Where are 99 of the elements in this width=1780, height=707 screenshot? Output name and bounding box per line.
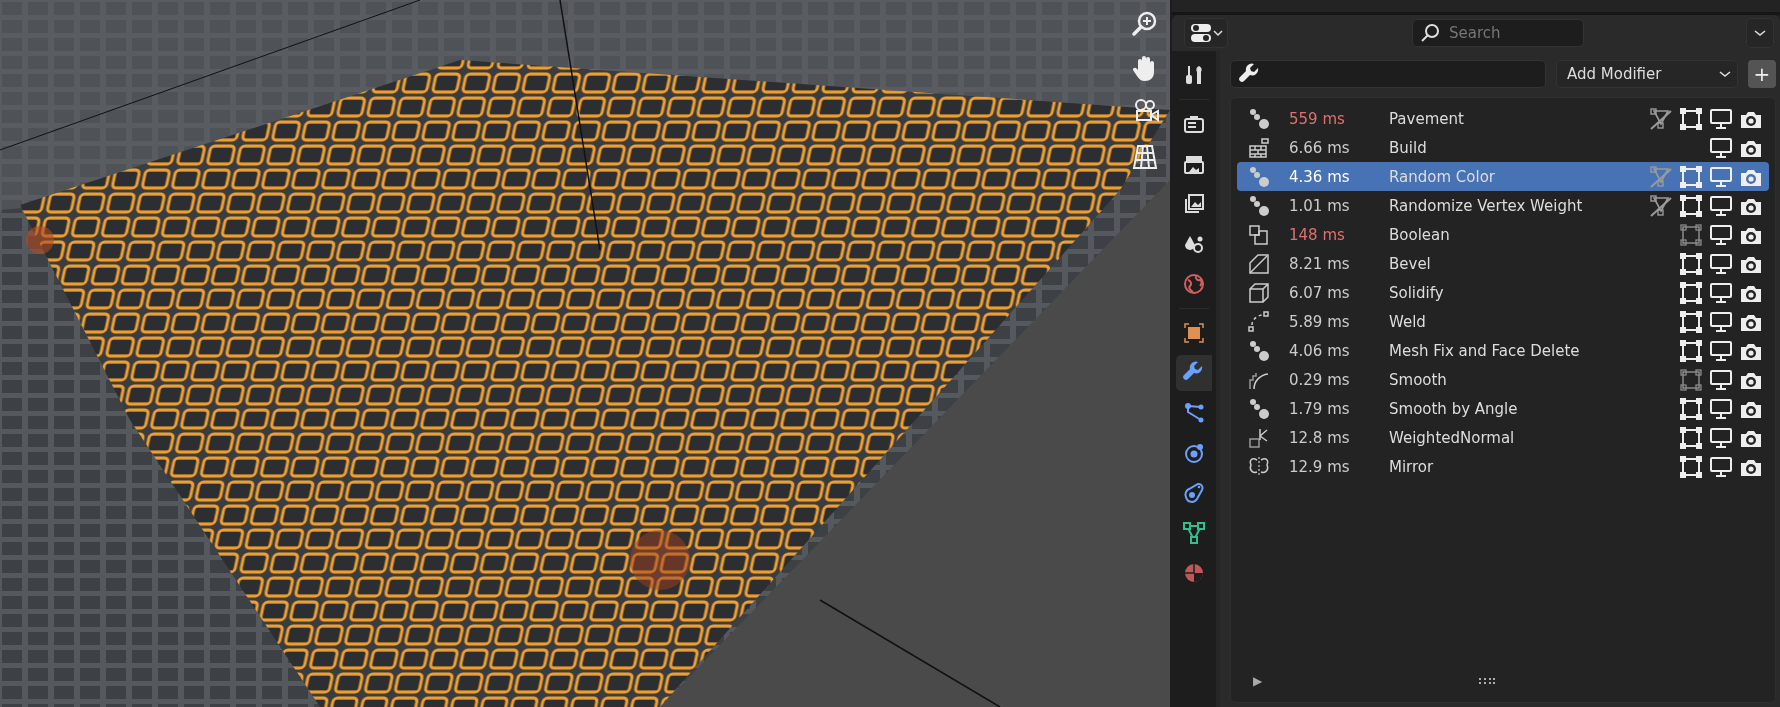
modifier-row[interactable]: 148 ms Boolean bbox=[1237, 220, 1769, 249]
modifier-row[interactable]: 6.66 ms Build bbox=[1237, 133, 1769, 162]
add-modifier-dropdown[interactable]: Add Modifier bbox=[1556, 60, 1738, 88]
modifier-row[interactable]: 0.29 ms Smooth bbox=[1237, 365, 1769, 394]
modifier-row[interactable]: 4.06 ms Mesh Fix and Face Delete bbox=[1237, 336, 1769, 365]
modifier-time: 6.07 ms bbox=[1289, 283, 1351, 302]
edit-mode-toggle-icon[interactable] bbox=[1679, 164, 1703, 189]
toggle-icon bbox=[1189, 22, 1212, 44]
edit-mode-toggle-icon[interactable] bbox=[1679, 425, 1703, 450]
edit-mode-toggle-icon[interactable] bbox=[1679, 193, 1703, 218]
modifier-time: 4.06 ms bbox=[1289, 341, 1351, 360]
modifier-row[interactable]: 559 ms Pavement bbox=[1237, 104, 1769, 133]
search-icon bbox=[1420, 23, 1440, 43]
bevel-icon bbox=[1247, 251, 1271, 276]
caret-icon bbox=[1212, 29, 1223, 37]
monitor-icon[interactable] bbox=[1709, 454, 1733, 479]
monitor-icon[interactable] bbox=[1709, 425, 1733, 450]
cube-icon bbox=[1247, 280, 1271, 305]
modifier-name: Boolean bbox=[1389, 225, 1451, 244]
triangle-mesh-icon bbox=[1182, 521, 1206, 545]
edit-mode-toggle-icon[interactable] bbox=[1679, 367, 1703, 392]
modifier-name: Mirror bbox=[1389, 457, 1435, 476]
modifier-time: 5.89 ms bbox=[1289, 312, 1351, 331]
modifier-time: 559 ms bbox=[1289, 109, 1346, 128]
modifier-name: Pavement bbox=[1389, 109, 1465, 128]
modifier-row[interactable]: 1.01 ms Randomize Vertex Weight bbox=[1237, 191, 1769, 220]
edit-mode-toggle-icon[interactable] bbox=[1679, 280, 1703, 305]
modifier-name: Smooth by Angle bbox=[1389, 399, 1519, 418]
resize-grip-icon[interactable] bbox=[1478, 677, 1497, 685]
editor-type-button[interactable] bbox=[1184, 18, 1228, 48]
modifier-name: Random Color bbox=[1389, 167, 1497, 186]
modifier-name: Smooth bbox=[1389, 370, 1448, 389]
weld-icon bbox=[1247, 309, 1271, 334]
modifier-time: 0.29 ms bbox=[1289, 370, 1351, 389]
monitor-icon[interactable] bbox=[1709, 280, 1733, 305]
modifier-row[interactable]: 12.8 ms WeightedNormal bbox=[1237, 423, 1769, 452]
monitor-icon[interactable] bbox=[1709, 193, 1733, 218]
monitor-icon[interactable] bbox=[1709, 367, 1733, 392]
nodes-icon bbox=[1247, 164, 1271, 189]
modifier-name: Build bbox=[1389, 138, 1428, 157]
modifier-row[interactable]: 4.36 ms Random Color bbox=[1237, 162, 1769, 191]
monitor-icon[interactable] bbox=[1709, 106, 1733, 131]
modifier-row[interactable]: 5.89 ms Weld bbox=[1237, 307, 1769, 336]
modifier-name: Mesh Fix and Face Delete bbox=[1389, 341, 1581, 360]
edit-mode-toggle-icon[interactable] bbox=[1679, 309, 1703, 334]
nodes-icon bbox=[1247, 396, 1271, 421]
object-icon bbox=[1182, 321, 1206, 345]
search-field[interactable]: Search bbox=[1412, 19, 1584, 47]
dropdown-button[interactable] bbox=[1746, 18, 1774, 48]
modifier-name: Solidify bbox=[1389, 283, 1445, 302]
monitor-icon[interactable] bbox=[1709, 338, 1733, 363]
nodes-icon bbox=[1247, 106, 1271, 131]
edit-mode-toggle-icon[interactable] bbox=[1679, 251, 1703, 276]
modifier-row[interactable]: 6.07 ms Solidify bbox=[1237, 278, 1769, 307]
modifier-name: Weld bbox=[1389, 312, 1427, 331]
particles-icon bbox=[1182, 401, 1206, 425]
edit-mode-toggle-icon[interactable] bbox=[1679, 222, 1703, 247]
caret-icon bbox=[1719, 70, 1731, 78]
nodes-icon bbox=[1247, 338, 1271, 363]
modifier-time: 12.9 ms bbox=[1289, 457, 1351, 476]
expand-arrow[interactable]: ▶ bbox=[1253, 674, 1263, 688]
modifier-name: Randomize Vertex Weight bbox=[1389, 196, 1584, 215]
constraint-icon bbox=[1182, 481, 1206, 505]
orbit-icon bbox=[1182, 441, 1206, 465]
modifier-row[interactable]: 8.21 ms Bevel bbox=[1237, 249, 1769, 278]
modifier-name: Bevel bbox=[1389, 254, 1432, 273]
edit-mode-toggle-icon[interactable] bbox=[1679, 106, 1703, 131]
material-icon bbox=[1182, 561, 1206, 585]
modifier-time: 1.01 ms bbox=[1289, 196, 1351, 215]
monitor-icon[interactable] bbox=[1709, 309, 1733, 334]
modifier-time: 8.21 ms bbox=[1289, 254, 1351, 273]
wrench-tab[interactable] bbox=[1176, 355, 1212, 391]
modifier-name: WeightedNormal bbox=[1389, 428, 1516, 447]
edit-mode-toggle-icon[interactable] bbox=[1679, 454, 1703, 479]
globe-icon bbox=[1182, 272, 1206, 296]
edit-mode-toggle-icon[interactable] bbox=[1679, 338, 1703, 363]
add-button[interactable]: + bbox=[1748, 60, 1776, 88]
monitor-icon[interactable] bbox=[1709, 222, 1733, 247]
modifier-row[interactable]: 1.79 ms Smooth by Angle bbox=[1237, 394, 1769, 423]
on-cage-toggle-icon[interactable] bbox=[1649, 164, 1673, 189]
bricks-icon bbox=[1247, 135, 1271, 160]
caret-icon bbox=[1754, 29, 1766, 37]
modifier-time: 1.79 ms bbox=[1289, 399, 1351, 418]
filter-field[interactable] bbox=[1230, 60, 1546, 88]
modifier-time: 6.66 ms bbox=[1289, 138, 1351, 157]
nodes-icon bbox=[1247, 193, 1271, 218]
monitor-icon[interactable] bbox=[1709, 251, 1733, 276]
modifier-time: 12.8 ms bbox=[1289, 428, 1351, 447]
images-icon bbox=[1182, 192, 1206, 216]
modifier-time: 4.36 ms bbox=[1289, 167, 1351, 186]
monitor-icon[interactable] bbox=[1709, 396, 1733, 421]
modifier-time: 148 ms bbox=[1289, 225, 1346, 244]
boolean-icon bbox=[1247, 222, 1271, 247]
modifier-row[interactable]: 12.9 ms Mirror bbox=[1237, 452, 1769, 481]
monitor-icon[interactable] bbox=[1709, 135, 1733, 160]
on-cage-toggle-icon[interactable] bbox=[1649, 193, 1673, 218]
wrench-icon bbox=[1239, 63, 1261, 85]
on-cage-toggle-icon[interactable] bbox=[1649, 106, 1673, 131]
edit-mode-toggle-icon[interactable] bbox=[1679, 396, 1703, 421]
